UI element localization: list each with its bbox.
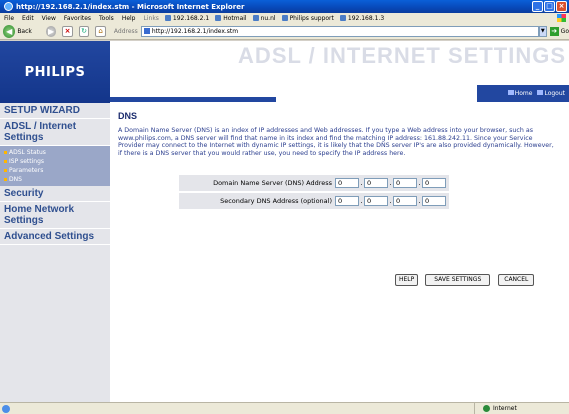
house-icon bbox=[507, 90, 514, 95]
windows-logo-icon bbox=[557, 14, 566, 22]
refresh-icon[interactable]: ↻ bbox=[78, 25, 90, 37]
logout-icon bbox=[537, 90, 544, 95]
window-title: http://192.168.2.1/index.stm - Microsoft… bbox=[16, 2, 245, 11]
secondary-dns-octet-1[interactable]: 0 bbox=[335, 196, 359, 206]
form-row-secondary-dns: Secondary DNS Address (optional) 0 . 0 .… bbox=[178, 192, 450, 210]
sidebar-subitem-parameters[interactable]: Parameters bbox=[4, 166, 110, 175]
sidebar-item-advanced[interactable]: Advanced Settings bbox=[0, 229, 110, 245]
menu-file[interactable]: File bbox=[4, 15, 14, 22]
links-bar: Links 192.168.2.1 Hotmail nu.nl Philips … bbox=[144, 15, 385, 22]
home-link[interactable]: Home bbox=[507, 90, 533, 97]
links-label: Links bbox=[143, 14, 159, 22]
cancel-button[interactable]: CANCEL bbox=[498, 274, 535, 286]
link-router[interactable]: 192.168.2.1 bbox=[165, 15, 209, 22]
sidebar-subitem-isp-settings[interactable]: ISP settings bbox=[4, 157, 110, 166]
minimize-button[interactable]: _ bbox=[532, 1, 543, 12]
back-button-label[interactable]: Back bbox=[17, 28, 32, 35]
window-titlebar: http://192.168.2.1/index.stm - Microsoft… bbox=[0, 0, 569, 13]
dns-form: Domain Name Server (DNS) Address 0 . 0 .… bbox=[178, 174, 450, 210]
menu-tools[interactable]: Tools bbox=[99, 15, 114, 22]
secondary-dns-octet-2[interactable]: 0 bbox=[364, 196, 388, 206]
forward-arrow-icon[interactable]: ▶ bbox=[45, 25, 57, 37]
primary-dns-octet-1[interactable]: 0 bbox=[335, 178, 359, 188]
primary-dns-octet-2[interactable]: 0 bbox=[364, 178, 388, 188]
globe-icon bbox=[483, 405, 490, 412]
menu-view[interactable]: View bbox=[42, 15, 56, 22]
secondary-dns-ip: 0 . 0 . 0 . 0 bbox=[335, 193, 446, 209]
maximize-button[interactable]: □ bbox=[544, 1, 555, 12]
primary-dns-label: Domain Name Server (DNS) Address bbox=[213, 179, 332, 187]
header-nav: Home Logout bbox=[477, 85, 569, 102]
link-nunl[interactable]: nu.nl bbox=[253, 15, 276, 22]
internet-explorer-icon bbox=[4, 2, 13, 11]
sidebar-submenu: ADSL Status ISP settings Parameters DNS bbox=[0, 146, 110, 186]
go-button[interactable]: ➜ Go bbox=[549, 26, 569, 36]
close-button[interactable]: × bbox=[556, 1, 567, 12]
sidebar-subitem-dns[interactable]: DNS bbox=[4, 175, 110, 184]
section-title: DNS bbox=[118, 111, 138, 121]
logout-link-label: Logout bbox=[544, 90, 565, 97]
save-settings-button[interactable]: SAVE SETTINGS bbox=[425, 274, 491, 286]
address-dropdown-icon[interactable]: ▼ bbox=[538, 25, 547, 37]
menu-bar: File Edit View Favorites Tools Help Link… bbox=[0, 13, 569, 23]
primary-dns-octet-4[interactable]: 0 bbox=[422, 178, 446, 188]
address-label: Address bbox=[113, 27, 138, 35]
security-zone: Internet bbox=[474, 403, 569, 414]
secondary-dns-label: Secondary DNS Address (optional) bbox=[220, 197, 332, 205]
page-status-icon bbox=[2, 404, 10, 413]
window-controls: _ □ × bbox=[532, 1, 567, 12]
home-icon[interactable]: ⌂ bbox=[95, 25, 106, 37]
sidebar-item-adsl-internet[interactable]: ADSL / Internet Settings bbox=[0, 119, 110, 146]
zone-label: Internet bbox=[493, 405, 517, 412]
stop-icon[interactable]: × bbox=[62, 25, 73, 37]
menu-help[interactable]: Help bbox=[122, 15, 136, 22]
back-arrow-icon[interactable]: ◀ bbox=[3, 24, 16, 38]
logout-link[interactable]: Logout bbox=[537, 90, 565, 97]
sidebar-subitem-adsl-status[interactable]: ADSL Status bbox=[4, 148, 110, 157]
form-row-primary-dns: Domain Name Server (DNS) Address 0 . 0 .… bbox=[178, 174, 450, 192]
philips-logo: PHILIPS bbox=[0, 41, 110, 103]
dns-description: A Domain Name Server (DNS) is an index o… bbox=[118, 127, 554, 157]
page-header-title: ADSL / INTERNET SETTINGS bbox=[238, 43, 566, 68]
help-button[interactable]: HELP bbox=[395, 274, 419, 286]
link-hotmail[interactable]: Hotmail bbox=[215, 15, 246, 22]
address-value[interactable]: http://192.168.2.1/index.stm bbox=[152, 28, 238, 35]
go-arrow-icon: ➜ bbox=[549, 26, 559, 36]
main-content: DNS A Domain Name Server (DNS) is an ind… bbox=[118, 111, 564, 157]
go-label: Go bbox=[560, 27, 569, 35]
page-icon bbox=[143, 28, 150, 34]
header-accent-bar bbox=[110, 97, 276, 102]
sidebar-nav: SETUP WIZARD ADSL / Internet Settings AD… bbox=[0, 103, 110, 402]
secondary-dns-octet-4[interactable]: 0 bbox=[422, 196, 446, 206]
primary-dns-octet-3[interactable]: 0 bbox=[393, 178, 417, 188]
menu-favorites[interactable]: Favorites bbox=[64, 15, 91, 22]
sidebar-item-home-network[interactable]: Home Network Settings bbox=[0, 202, 110, 229]
secondary-dns-octet-3[interactable]: 0 bbox=[393, 196, 417, 206]
browser-toolbar: ◀ Back ▶ × ↻ ⌂ Address http://192.168.2.… bbox=[0, 23, 569, 40]
address-bar[interactable]: http://192.168.2.1/index.stm bbox=[140, 25, 539, 37]
status-bar: Internet bbox=[0, 402, 569, 414]
menu-edit[interactable]: Edit bbox=[22, 15, 34, 22]
sidebar-item-security[interactable]: Security bbox=[0, 186, 110, 202]
action-buttons: HELP SAVE SETTINGS CANCEL bbox=[395, 274, 535, 286]
page-header: PHILIPS ADSL / INTERNET SETTINGS Home Lo… bbox=[0, 41, 569, 103]
home-link-label: Home bbox=[514, 90, 533, 97]
link-192-168-1-3[interactable]: 192.168.1.3 bbox=[340, 15, 384, 22]
sidebar-item-setup-wizard[interactable]: SETUP WIZARD bbox=[0, 103, 110, 119]
primary-dns-ip: 0 . 0 . 0 . 0 bbox=[335, 175, 446, 191]
web-page: PHILIPS ADSL / INTERNET SETTINGS Home Lo… bbox=[0, 41, 569, 402]
link-philips-support[interactable]: Philips support bbox=[282, 15, 334, 22]
